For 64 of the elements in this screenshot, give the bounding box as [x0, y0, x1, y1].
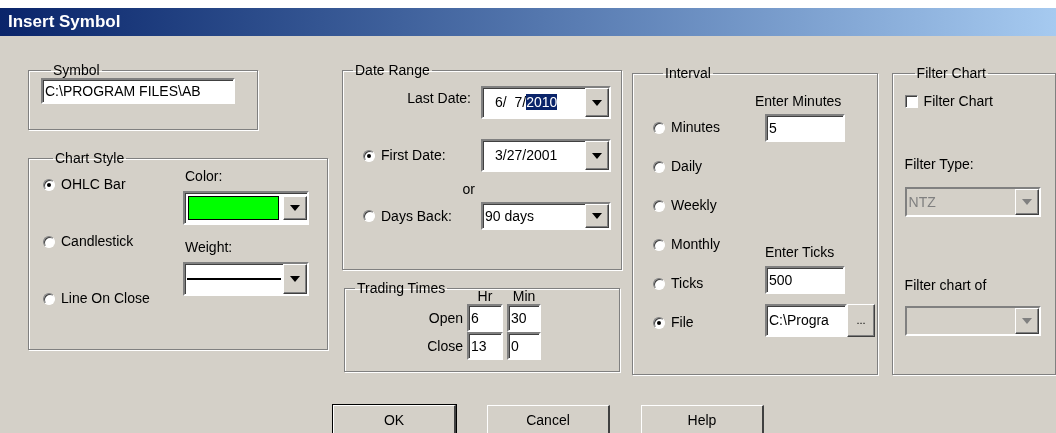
dialog-button[interactable]: Help	[641, 405, 764, 433]
caret-icon	[290, 276, 300, 282]
dropdown[interactable]: 3/27/2001	[481, 139, 611, 172]
radio-option[interactable]: Days Back:	[363, 205, 452, 227]
field-label: Color:	[185, 167, 224, 186]
column-header: Min	[511, 288, 537, 304]
radio-option[interactable]: Ticks	[653, 275, 765, 292]
input-field[interactable]: 5	[765, 114, 845, 142]
radio-option[interactable]: Candlestick	[43, 231, 183, 252]
radio-option[interactable]: Daily	[653, 158, 765, 175]
input-field[interactable]: C:\PROGRAM FILES\AB	[41, 78, 235, 104]
input-field[interactable]: 30	[507, 304, 541, 332]
dropdown[interactable]: 90 days	[481, 202, 611, 230]
field-label: Last Date:	[407, 89, 471, 108]
caret-icon	[592, 99, 602, 106]
group-label: Trading Times	[356, 280, 447, 296]
radio-option[interactable]: First Date:	[363, 145, 446, 166]
caret-icon	[1021, 199, 1032, 205]
field-label: Enter Ticks	[765, 243, 836, 262]
group-label: Symbol	[52, 62, 101, 78]
field-label: Weight:	[185, 238, 234, 257]
caret-icon	[1021, 318, 1032, 324]
row-label: Close	[427, 336, 463, 356]
input-field[interactable]: 6	[467, 304, 503, 332]
dropdown-button[interactable]	[283, 264, 307, 294]
group-label: Date Range	[354, 62, 431, 78]
dropdown-value: 3/27/2001	[495, 146, 559, 165]
or-label: or	[462, 180, 475, 199]
caret-icon	[592, 152, 602, 159]
checkbox[interactable]: Filter Chart	[904, 91, 1043, 112]
group-label: Chart Style	[54, 150, 126, 166]
dropdown-button[interactable]	[585, 204, 609, 228]
input-field[interactable]: 13	[467, 332, 503, 360]
radio-option[interactable]: Weekly	[653, 197, 765, 214]
row-label: Open	[428, 308, 463, 328]
column-header: Hr	[476, 288, 494, 304]
group-label: Interval	[664, 65, 712, 81]
radio-option[interactable]: File	[653, 314, 765, 331]
dropdown-value: NTZ	[908, 192, 937, 212]
window-title: Insert Symbol	[0, 8, 1056, 36]
date-value: 6/ 7/2010	[495, 93, 559, 112]
caret-icon	[290, 205, 300, 211]
group-label: Filter Chart	[915, 65, 987, 81]
input-field[interactable]: 500	[765, 266, 845, 294]
dialog-button[interactable]: Cancel	[487, 405, 610, 433]
field-label: Enter Minutes	[755, 92, 843, 111]
radio-option[interactable]: Line On Close	[43, 288, 183, 309]
radio-option[interactable]: Monthly	[653, 236, 765, 253]
dropdown-button[interactable]	[283, 196, 307, 220]
input-field[interactable]: 0	[507, 332, 541, 360]
dropdown-value: 90 days	[485, 206, 536, 226]
input-field[interactable]: C:\Progra	[765, 304, 847, 337]
dropdown-button[interactable]	[585, 88, 609, 117]
browse-button[interactable]: ...	[847, 304, 875, 337]
field-label: Filter Type:	[904, 155, 975, 174]
dropdown-button[interactable]	[585, 141, 609, 170]
caret-icon	[592, 213, 602, 219]
color-dropdown[interactable]	[183, 191, 309, 225]
radio-option[interactable]: OHLC Bar	[43, 174, 183, 195]
field-label: Filter chart of	[904, 276, 988, 295]
date-dropdown[interactable]: 6/ 7/2010	[481, 86, 611, 119]
dialog-button[interactable]: OK	[333, 405, 456, 433]
radio-option[interactable]: Minutes	[653, 119, 765, 136]
weight-dropdown[interactable]	[183, 262, 309, 296]
